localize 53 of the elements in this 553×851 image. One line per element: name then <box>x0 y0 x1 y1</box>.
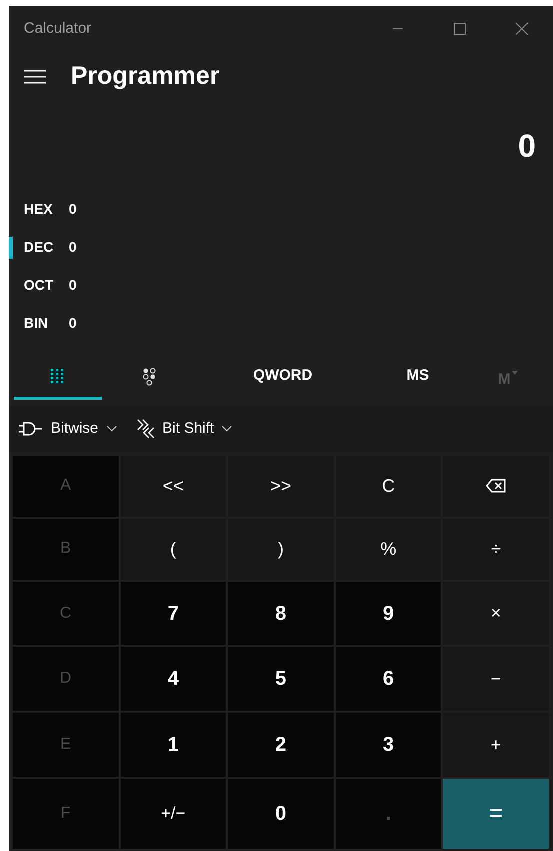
caret-icon <box>512 371 518 375</box>
backspace-icon <box>486 479 506 494</box>
key-button[interactable]: 5 <box>228 647 334 712</box>
key-button[interactable]: ( <box>120 518 226 580</box>
radix-value: 0 <box>69 314 77 332</box>
radix-row[interactable]: HEX 0 <box>9 190 129 228</box>
mode-title: Programmer <box>71 61 220 92</box>
key-button[interactable]: 9 <box>336 582 442 646</box>
key-button[interactable]: 2 <box>228 713 334 778</box>
chevron-down-icon <box>106 426 117 432</box>
radix-label: HEX <box>24 200 54 218</box>
key-button[interactable]: << <box>120 456 226 517</box>
key-button[interactable]: = <box>443 779 549 849</box>
key-button[interactable]: × <box>443 582 549 646</box>
radix-value: 0 <box>69 238 77 256</box>
shift-arrows-icon <box>136 419 155 439</box>
key-button[interactable]: 8 <box>228 582 334 646</box>
radix-label: OCT <box>24 276 55 294</box>
dropdown-button[interactable]: Bitwise <box>19 411 117 447</box>
radix-row[interactable]: DEC 0 <box>9 228 129 266</box>
key-button[interactable]: ) <box>228 518 334 580</box>
logic-gate-icon <box>19 421 43 437</box>
close-icon <box>515 22 529 36</box>
key-button[interactable]: >> <box>228 456 334 517</box>
key-button[interactable]: 0 <box>228 779 334 849</box>
key-button[interactable]: + <box>443 713 549 778</box>
key-button[interactable]: − <box>443 647 549 712</box>
radix-value: 0 <box>69 200 77 218</box>
radix-value: 0 <box>69 276 77 294</box>
chevron-down-icon <box>222 426 232 432</box>
tab[interactable]: QWORD <box>198 356 368 400</box>
result-display: 0 <box>518 127 536 166</box>
keypad-icon <box>51 368 65 384</box>
key-button[interactable]: 4 <box>120 647 226 712</box>
key-button[interactable]: 7 <box>120 582 226 646</box>
maximize-icon <box>454 23 466 35</box>
radix-label: BIN <box>24 314 50 332</box>
key-button[interactable]: ÷ <box>443 518 549 580</box>
tab[interactable]: MS <box>368 356 468 400</box>
radix-row[interactable]: BIN 0 <box>9 304 129 342</box>
key-button[interactable]: 3 <box>336 713 442 778</box>
key-button[interactable]: 6 <box>336 647 442 712</box>
menu-icon <box>24 69 46 85</box>
key-button[interactable]: 1 <box>120 713 226 778</box>
key-button[interactable]: % <box>336 518 442 580</box>
backspace-button[interactable] <box>443 456 549 517</box>
key-button[interactable]: C <box>336 456 442 517</box>
radix-row[interactable]: OCT 0 <box>9 266 129 304</box>
radix-label: DEC <box>24 238 55 256</box>
window-title: Calculator <box>24 18 92 39</box>
dots-icon <box>143 368 157 386</box>
dropdown-button[interactable]: Bit Shift <box>136 411 232 447</box>
key-button[interactable]: +/− <box>120 779 226 849</box>
